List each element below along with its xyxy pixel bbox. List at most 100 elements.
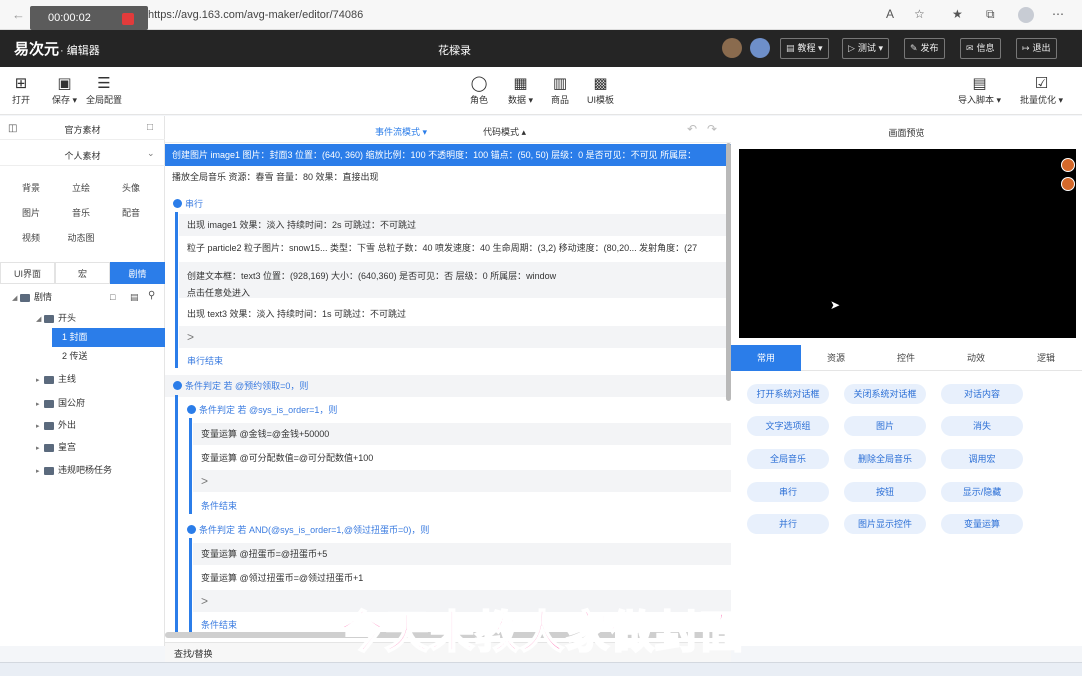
collapse-node-icon[interactable]	[173, 381, 182, 391]
info-button[interactable]: ✉ 信息	[960, 38, 1001, 59]
event-line[interactable]: 创建文本框：text3 位置：(928,169) 大小：(640,360) 是否…	[179, 262, 731, 298]
batch-optimize-button[interactable]: ☑ 批量优化 ▾	[1020, 75, 1063, 106]
new-folder-icon[interactable]: □	[110, 292, 115, 302]
add-event-row[interactable]: >	[193, 470, 731, 492]
collapse-node-icon[interactable]	[187, 405, 196, 415]
read-aloud-icon[interactable]: A	[886, 7, 894, 21]
preview-badge-icon-2[interactable]	[1061, 177, 1075, 191]
search-icon[interactable]: ⚲	[148, 290, 155, 301]
test-button[interactable]: ▷ 测试 ▾	[842, 38, 889, 59]
chevron-down-icon[interactable]: ⌄	[147, 148, 155, 159]
event-line[interactable]: 出现 text3 效果：淡入 持续时间：1s 可跳过：不可跳过	[179, 303, 731, 325]
user-avatar-2[interactable]	[750, 38, 770, 58]
goods-button[interactable]: ▥ 商品	[551, 75, 569, 106]
tab-macro[interactable]: 宏	[55, 262, 110, 284]
serial-block-header[interactable]: 串行	[165, 194, 731, 214]
browser-profile-avatar[interactable]	[1018, 7, 1034, 23]
cmd-delete-global-music[interactable]: 删除全局音乐	[844, 449, 926, 469]
asset-type-voice[interactable]: 配音	[109, 204, 153, 223]
tab-resources[interactable]: 资源	[801, 345, 871, 371]
cmd-parallel[interactable]: 并行	[747, 514, 829, 534]
tree-folder-palace[interactable]: ▸ 皇宫	[36, 438, 76, 457]
tree-folder-task[interactable]: ▸ 违规吧杨任务	[36, 461, 112, 480]
code-mode-tab[interactable]: 代码模式 ▴	[483, 125, 526, 138]
character-button[interactable]: ◯ 角色	[470, 75, 488, 106]
redo-icon[interactable]: ↷	[707, 122, 717, 136]
tree-chapter[interactable]: ◢ 开头	[36, 309, 76, 328]
collections-icon[interactable]: ⧉	[986, 7, 995, 22]
more-menu-icon[interactable]: ⋯	[1052, 7, 1064, 21]
nested-condition-header[interactable]: 条件判定 若 AND(@sys_is_order=1,@领过扭蛋币=0)，则	[179, 520, 731, 540]
event-line[interactable]: 变量运算 @领过扭蛋币=@领过扭蛋币+1	[193, 567, 731, 589]
tab-common[interactable]: 常用	[731, 345, 801, 371]
event-line[interactable]: 变量运算 @扭蛋币=@扭蛋币+5	[193, 543, 731, 565]
exit-button[interactable]: ↦ 退出	[1016, 38, 1057, 59]
tab-logic[interactable]: 逻辑	[1011, 345, 1081, 371]
cmd-dialog-content[interactable]: 对话内容	[941, 384, 1023, 404]
event-line[interactable]: 粒子 particle2 粒子图片：snow15... 类型：下雪 总粒子数：4…	[179, 237, 731, 259]
tree-node-cover[interactable]: 1 封面	[62, 328, 88, 347]
asset-type-video[interactable]: 视频	[9, 229, 53, 248]
global-config-button[interactable]: ☰ 全局配置	[86, 75, 122, 106]
new-file-icon[interactable]: ▤	[130, 292, 139, 303]
tab-ui[interactable]: UI界面	[0, 262, 55, 284]
favorite-icon[interactable]: ☆	[914, 7, 925, 21]
event-line[interactable]: 创建图片 image1 图片：封面3 位置：(640, 360) 缩放比例：10…	[165, 144, 731, 166]
tab-effects[interactable]: 动效	[941, 345, 1011, 371]
tree-folder-main[interactable]: ▸ 主线	[36, 370, 76, 389]
app-logo[interactable]: 易次元	[14, 38, 59, 59]
cmd-call-macro[interactable]: 调用宏	[941, 449, 1023, 469]
undo-icon[interactable]: ↶	[687, 122, 697, 136]
ui-template-button[interactable]: ▩ UI模板	[587, 75, 614, 106]
cmd-open-system-dialog[interactable]: 打开系统对话框	[747, 384, 829, 404]
cmd-disappear[interactable]: 消失	[941, 416, 1023, 436]
collapse-node-icon[interactable]	[187, 525, 196, 535]
tutorial-button[interactable]: ▤ 教程 ▾	[780, 38, 829, 59]
tab-story[interactable]: 剧情	[110, 262, 165, 284]
favorites-list-icon[interactable]: ★	[952, 7, 963, 21]
personal-assets-row[interactable]: 个人素材 ⌄	[0, 142, 165, 166]
cmd-image[interactable]: 图片	[844, 416, 926, 436]
asset-type-portrait[interactable]: 立绘	[59, 179, 103, 198]
preview-badge-icon[interactable]	[1061, 158, 1075, 172]
tree-folder-outing[interactable]: ▸ 外出	[36, 416, 76, 435]
event-line[interactable]: 播放全局音乐 资源：春雪 音量：80 效果：直接出现	[165, 166, 731, 188]
stop-recording-icon[interactable]	[122, 13, 134, 25]
asset-type-animation[interactable]: 动态图	[59, 229, 103, 248]
cmd-variable-operation[interactable]: 变量运算	[941, 514, 1023, 534]
cmd-show-hide[interactable]: 显示/隐藏	[941, 482, 1023, 502]
save-button[interactable]: ▣ 保存 ▾	[52, 75, 77, 106]
asset-type-image[interactable]: 图片	[9, 204, 53, 223]
cmd-global-music[interactable]: 全局音乐	[747, 449, 829, 469]
add-event-row[interactable]: >	[179, 326, 731, 348]
open-button[interactable]: ⊞ 打开	[12, 75, 30, 106]
event-line[interactable]: 变量运算 @可分配数值=@可分配数值+100	[193, 447, 731, 469]
tree-node-teleport[interactable]: 2 传送	[62, 347, 88, 366]
condition-block-header[interactable]: 条件判定 若 @预约领取=0，则	[165, 375, 731, 397]
cmd-button[interactable]: 按钮	[844, 482, 926, 502]
cmd-text-options[interactable]: 文字选项组	[747, 416, 829, 436]
event-line[interactable]: 出现 image1 效果：淡入 持续时间：2s 可跳过：不可跳过	[179, 214, 731, 236]
cmd-close-system-dialog[interactable]: 关闭系统对话框	[844, 384, 926, 404]
tree-root[interactable]: ◢ 剧情	[12, 288, 52, 307]
folder-icon[interactable]: □	[147, 122, 153, 133]
asset-type-background[interactable]: 背景	[9, 179, 53, 198]
tab-controls[interactable]: 控件	[871, 345, 941, 371]
event-line[interactable]: 变量运算 @金钱=@金钱+50000	[193, 423, 731, 445]
preview-canvas[interactable]: ➤	[739, 149, 1076, 338]
event-mode-tab[interactable]: 事件流模式 ▾	[375, 125, 427, 138]
asset-type-music[interactable]: 音乐	[59, 204, 103, 223]
import-script-button[interactable]: ▤ 导入脚本 ▾	[958, 75, 1001, 106]
official-assets-row[interactable]: ◫ 官方素材 □	[0, 116, 165, 140]
user-avatar[interactable]	[722, 38, 742, 58]
cmd-image-display-control[interactable]: 图片显示控件	[844, 514, 926, 534]
asset-type-avatar[interactable]: 头像	[109, 179, 153, 198]
find-replace-button[interactable]: 查找/替换	[174, 647, 213, 660]
data-button[interactable]: ▦ 数据 ▾	[508, 75, 533, 106]
publish-button[interactable]: ✎ 发布	[904, 38, 945, 59]
nested-condition-header[interactable]: 条件判定 若 @sys_is_order=1，则	[179, 400, 731, 420]
tree-folder-mansion[interactable]: ▸ 国公府	[36, 394, 85, 413]
collapse-node-icon[interactable]	[173, 199, 182, 209]
back-arrow-icon[interactable]: ←	[12, 7, 25, 22]
address-bar[interactable]: https://avg.163.com/avg-maker/editor/740…	[148, 9, 363, 21]
